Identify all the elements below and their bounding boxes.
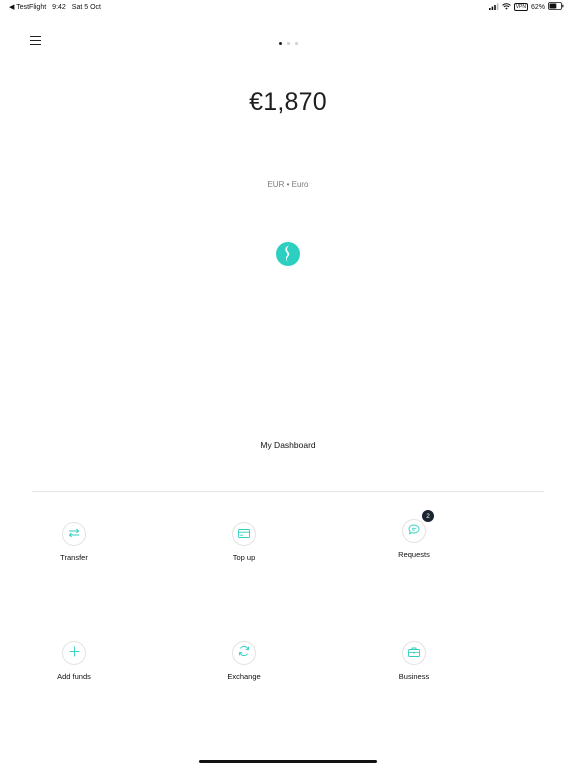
transfer-arrows-icon [68,525,80,543]
transfer-label: Transfer [60,553,88,562]
requests-count-badge: 2 [422,510,434,522]
page-dot[interactable] [286,42,290,45]
status-left: ◀ TestFlight 9:42 Sat 5 Oct [9,3,107,12]
cellular-signal-icon [488,2,499,12]
requests-button[interactable]: 2 Requests [364,510,464,559]
business-button[interactable]: Business [364,641,464,681]
card-icon [238,525,250,543]
plus-icon [69,644,80,662]
exchange-label: Exchange [227,672,261,681]
transfer-button[interactable]: Transfer [24,522,124,562]
hamburger-menu-icon [30,32,42,50]
briefcase-icon [408,644,420,662]
transfer-icon-circle [62,522,86,546]
brand-logo [276,242,300,266]
status-date: Sat 5 Oct [71,3,101,11]
wifi-icon [501,2,511,12]
chat-bubble-icon [408,522,420,540]
top-up-icon-circle [232,522,256,546]
add-funds-icon-circle [62,641,86,665]
page-indicator[interactable] [0,42,576,45]
balance-amount: €1,870 [249,88,327,116]
add-funds-button[interactable]: Add funds [24,641,124,681]
menu-button[interactable] [26,33,46,49]
page-dot[interactable] [278,42,282,45]
divider [32,491,544,492]
wallet-screen: ◀ TestFlight 9:42 Sat 5 Oct VPN 62% €1,8… [0,0,576,768]
vpn-badge: VPN [513,3,528,11]
status-right: VPN 62% [488,2,564,12]
status-bar: ◀ TestFlight 9:42 Sat 5 Oct VPN 62% [0,0,576,14]
requests-label: Requests [398,550,430,559]
my-dashboard-link[interactable]: My Dashboard [0,440,576,450]
top-up-button[interactable]: Top up [194,522,294,562]
exchange-icon-circle [232,641,256,665]
top-up-label: Top up [232,553,256,562]
requests-icon-circle: 2 [402,510,434,543]
home-indicator[interactable] [199,760,377,763]
page-dot[interactable] [294,42,298,45]
business-icon-circle [402,641,426,665]
currency-label[interactable]: EUR • Euro [0,180,576,189]
business-label: Business [398,672,430,681]
battery-icon [548,2,564,12]
add-funds-label: Add funds [57,672,91,681]
battery-percent: 62% [530,3,545,11]
back-to-app-link[interactable]: ◀ TestFlight [9,3,46,11]
exchange-button[interactable]: Exchange [194,641,294,681]
status-time: 9:42 [52,3,66,11]
refresh-icon [238,644,250,662]
